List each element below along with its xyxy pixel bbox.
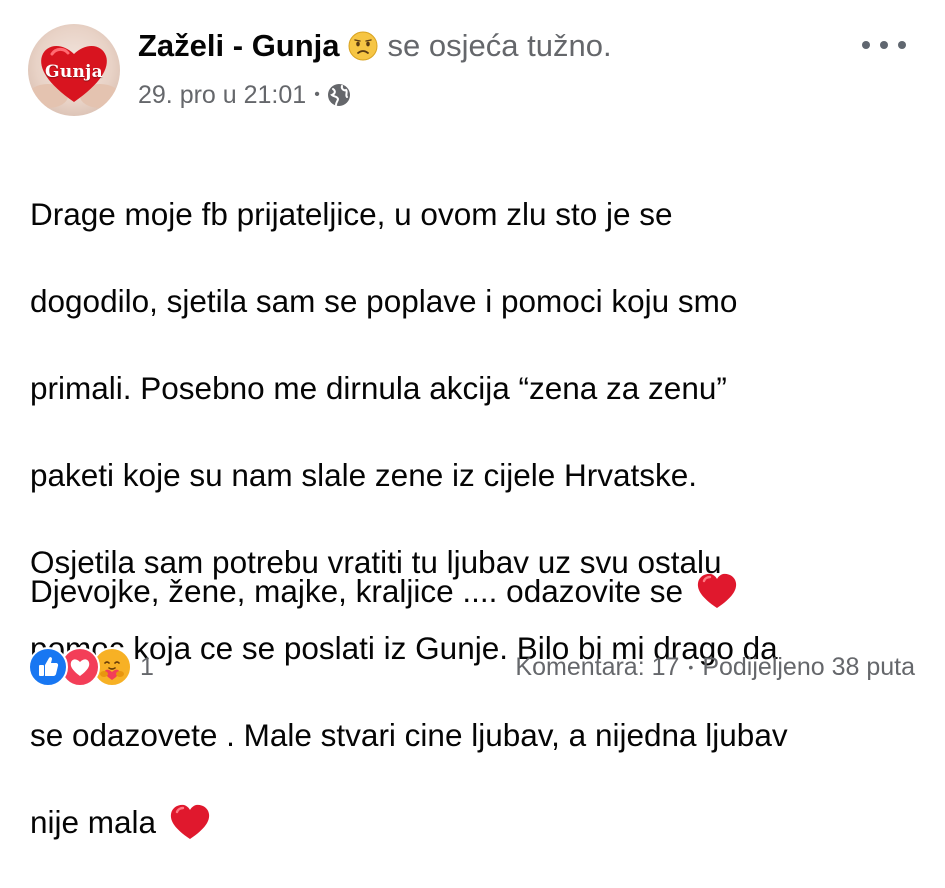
dot — [862, 41, 870, 49]
post-body-line: primali. Posebno me dirnula akcija “zena… — [30, 370, 727, 407]
red-heart-emoji-icon — [696, 572, 738, 610]
stats-separator: • — [688, 659, 694, 675]
post-closing-line: Djevojke, žene, majke, kraljice .... oda… — [30, 570, 738, 613]
post-header: Zaželi - Gunja se osjeća tužno. — [138, 24, 612, 68]
reactions-summary[interactable]: 1 — [28, 647, 154, 687]
like-reaction-icon — [28, 647, 68, 687]
dot — [880, 41, 888, 49]
author-name[interactable]: Zaželi - Gunja — [138, 28, 340, 64]
post-body-line: se odazovete . Male stvari cine ljubav, … — [30, 717, 788, 754]
post-body-line: Drage moje fb prijateljice, u ovom zlu s… — [30, 196, 673, 233]
post-stats: Komentara: 17 • Podijeljeno 38 puta — [515, 648, 915, 686]
more-options-icon[interactable] — [862, 34, 906, 56]
comments-count[interactable]: Komentara: 17 — [515, 653, 679, 682]
shares-count[interactable]: Podijeljeno 38 puta — [702, 653, 915, 682]
red-heart-emoji-icon — [169, 803, 211, 841]
post-body-line-text: nije mala — [30, 804, 157, 841]
post-body-line: paketi koje su nam slale zene iz cijele … — [30, 456, 698, 493]
page-avatar[interactable]: Gunja — [28, 24, 120, 116]
meta-separator: • — [314, 86, 320, 103]
post-closing-text: Djevojke, žene, majke, kraljice .... oda… — [30, 573, 684, 609]
avatar-label: Gunja — [45, 62, 103, 82]
reaction-count: 1 — [140, 652, 154, 681]
post-body-line: dogodilo, sjetila sam se poplave i pomoc… — [30, 283, 738, 320]
post-body-line-last: nije mala — [30, 801, 920, 844]
dot — [898, 41, 906, 49]
post-meta: 29. pro u 21:01 • — [138, 78, 352, 112]
globe-icon[interactable] — [326, 82, 352, 108]
post-body: Drage moje fb prijateljice, u ovom zlu s… — [30, 150, 920, 888]
post-timestamp[interactable]: 29. pro u 21:01 — [138, 81, 306, 110]
feeling-text: se osjeća tužno. — [387, 28, 612, 63]
sad-face-emoji-icon — [348, 31, 378, 61]
